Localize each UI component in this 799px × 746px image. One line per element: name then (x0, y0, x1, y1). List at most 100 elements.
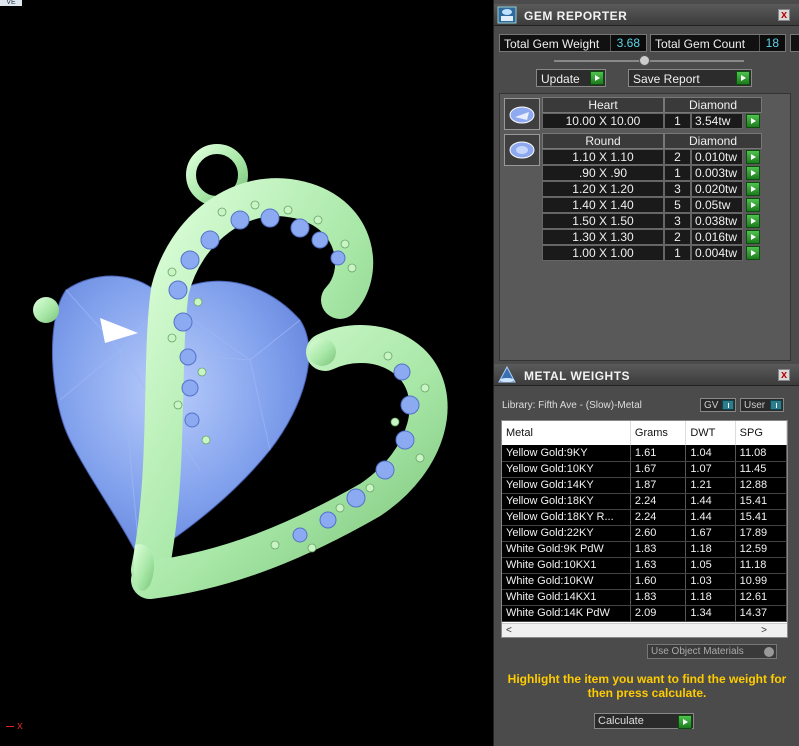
gem-size-cell[interactable]: 10.00 X 10.00 (542, 113, 664, 129)
column-header-dwt[interactable]: DWT (685, 421, 736, 445)
grams-cell[interactable]: 1.60 (630, 573, 687, 590)
column-header-metal[interactable]: Metal (502, 421, 631, 445)
play-arrow-icon[interactable] (678, 715, 692, 729)
gem-size-cell[interactable]: 1.50 X 1.50 (542, 213, 664, 229)
grams-cell[interactable]: 2.09 (630, 605, 687, 622)
dwt-cell[interactable]: 1.04 (685, 445, 736, 462)
scroll-left-arrow-icon[interactable]: < (506, 625, 512, 636)
dwt-cell[interactable]: 1.18 (685, 589, 736, 606)
gem-row-play-icon[interactable] (746, 166, 760, 180)
metal-name-cell[interactable]: White Gold:14KX1 (502, 589, 631, 606)
grams-cell[interactable]: 1.83 (630, 541, 687, 558)
gem-row-play-icon[interactable] (746, 150, 760, 164)
gem-row-play-icon[interactable] (746, 182, 760, 196)
metal-name-cell[interactable]: Yellow Gold:22KY (502, 525, 631, 542)
grams-cell[interactable]: 1.83 (630, 589, 687, 606)
gem-weight-cell[interactable]: 0.020tw (691, 181, 743, 197)
3d-viewport[interactable]: VE x (0, 0, 493, 746)
column-header-spg[interactable]: SPG (735, 421, 787, 445)
metal-weights-table[interactable]: Metal Grams DWT SPG Yellow Gold:9KY 1.61 1… (501, 420, 788, 638)
gem-count-cell[interactable]: 3 (664, 181, 691, 197)
spg-cell[interactable]: 11.18 (735, 557, 787, 574)
dwt-cell[interactable]: 1.07 (685, 461, 736, 478)
dwt-cell[interactable]: 1.44 (685, 509, 736, 526)
heart-gem-thumbnail-icon[interactable] (504, 98, 540, 130)
table-row[interactable]: White Gold:14K PdW 2.09 1.34 14.37 (502, 605, 787, 622)
dwt-cell[interactable]: 1.44 (685, 493, 736, 510)
gem-weight-cell[interactable]: 0.004tw (691, 245, 743, 261)
gem-weight-cell[interactable]: 0.003tw (691, 165, 743, 181)
gem-row-play-icon[interactable] (746, 246, 760, 260)
gem-row-play-icon[interactable] (746, 198, 760, 212)
dwt-cell[interactable]: 1.34 (685, 605, 736, 622)
gem-row-play-icon[interactable] (746, 230, 760, 244)
calculate-button[interactable]: Calculate (594, 713, 694, 729)
metal-name-cell[interactable]: Yellow Gold:18KY R... (502, 509, 631, 526)
gem-reporter-close-button[interactable]: x (778, 9, 790, 21)
update-button[interactable]: Update (536, 69, 606, 87)
user-button[interactable]: User (740, 398, 784, 412)
gem-count-cell[interactable]: 1 (664, 245, 691, 261)
metal-name-cell[interactable]: Yellow Gold:18KY (502, 493, 631, 510)
gem-weight-cell[interactable]: 0.010tw (691, 149, 743, 165)
metal-name-cell[interactable]: White Gold:9K PdW (502, 541, 631, 558)
gem-count-cell[interactable]: 2 (664, 229, 691, 245)
table-row[interactable]: White Gold:10KX1 1.63 1.05 11.18 (502, 557, 787, 574)
heart-pendant-model[interactable] (0, 0, 493, 746)
spg-cell[interactable]: 11.45 (735, 461, 787, 478)
spg-cell[interactable]: 12.59 (735, 541, 787, 558)
grams-cell[interactable]: 2.24 (630, 493, 687, 510)
column-header-grams[interactable]: Grams (630, 421, 687, 445)
gem-row-play-icon[interactable] (746, 114, 760, 128)
gem-size-cell[interactable]: 1.00 X 1.00 (542, 245, 664, 261)
gem-weight-cell[interactable]: 0.016tw (691, 229, 743, 245)
metal-name-cell[interactable]: Yellow Gold:9KY (502, 445, 631, 462)
metal-weights-close-button[interactable]: x (778, 369, 790, 381)
gem-size-cell[interactable]: 1.40 X 1.40 (542, 197, 664, 213)
round-gem-thumbnail-icon[interactable] (504, 134, 540, 166)
spg-cell[interactable]: 11.08 (735, 445, 787, 462)
metal-name-cell[interactable]: Yellow Gold:10KY (502, 461, 631, 478)
table-row[interactable]: Yellow Gold:9KY 1.61 1.04 11.08 (502, 445, 787, 462)
gem-weight-cell[interactable]: 0.05tw (691, 197, 743, 213)
play-arrow-icon[interactable] (590, 71, 604, 85)
table-row[interactable]: White Gold:9K PdW 1.83 1.18 12.59 (502, 541, 787, 558)
dwt-cell[interactable]: 1.21 (685, 477, 736, 494)
spg-cell[interactable]: 12.61 (735, 589, 787, 606)
horizontal-scrollbar[interactable]: < > (502, 623, 787, 637)
gem-row-play-icon[interactable] (746, 214, 760, 228)
table-row[interactable]: Yellow Gold:18KY 2.24 1.44 15.41 (502, 493, 787, 510)
table-row[interactable]: Yellow Gold:10KY 1.67 1.07 11.45 (502, 461, 787, 478)
gem-count-cell[interactable]: 1 (664, 113, 691, 129)
gem-weight-cell[interactable]: 0.038tw (691, 213, 743, 229)
play-arrow-icon[interactable] (736, 71, 750, 85)
gem-count-cell[interactable]: 1 (664, 165, 691, 181)
gv-button[interactable]: GV (700, 398, 736, 412)
grams-cell[interactable]: 2.24 (630, 509, 687, 526)
gem-weight-cell[interactable]: 3.54tw (691, 113, 743, 129)
spg-cell[interactable]: 15.41 (735, 493, 787, 510)
gem-reporter-titlebar[interactable]: GEM REPORTER x (494, 4, 799, 26)
metal-weights-titlebar[interactable]: METAL WEIGHTS x (494, 364, 799, 386)
table-row[interactable]: White Gold:14KX1 1.83 1.18 12.61 (502, 589, 787, 606)
gem-size-cell[interactable]: .90 X .90 (542, 165, 664, 181)
grams-cell[interactable]: 1.67 (630, 461, 687, 478)
metal-name-cell[interactable]: White Gold:14K PdW (502, 605, 631, 622)
scroll-right-arrow-icon[interactable]: > (761, 625, 767, 636)
table-row[interactable]: White Gold:10KW 1.60 1.03 10.99 (502, 573, 787, 590)
metal-name-cell[interactable]: White Gold:10KW (502, 573, 631, 590)
table-row[interactable]: Yellow Gold:14KY 1.87 1.21 12.88 (502, 477, 787, 494)
grams-cell[interactable]: 1.61 (630, 445, 687, 462)
grams-cell[interactable]: 1.63 (630, 557, 687, 574)
dwt-cell[interactable]: 1.18 (685, 541, 736, 558)
spg-cell[interactable]: 17.89 (735, 525, 787, 542)
dwt-cell[interactable]: 1.03 (685, 573, 736, 590)
metal-name-cell[interactable]: White Gold:10KX1 (502, 557, 631, 574)
use-object-materials-dropdown[interactable]: Use Object Materials (647, 644, 777, 659)
spg-cell[interactable]: 14.37 (735, 605, 787, 622)
gem-size-cell[interactable]: 1.20 X 1.20 (542, 181, 664, 197)
table-row[interactable]: Yellow Gold:18KY R... 2.24 1.44 15.41 (502, 509, 787, 526)
metal-name-cell[interactable]: Yellow Gold:14KY (502, 477, 631, 494)
gem-count-cell[interactable]: 2 (664, 149, 691, 165)
grams-cell[interactable]: 2.60 (630, 525, 687, 542)
